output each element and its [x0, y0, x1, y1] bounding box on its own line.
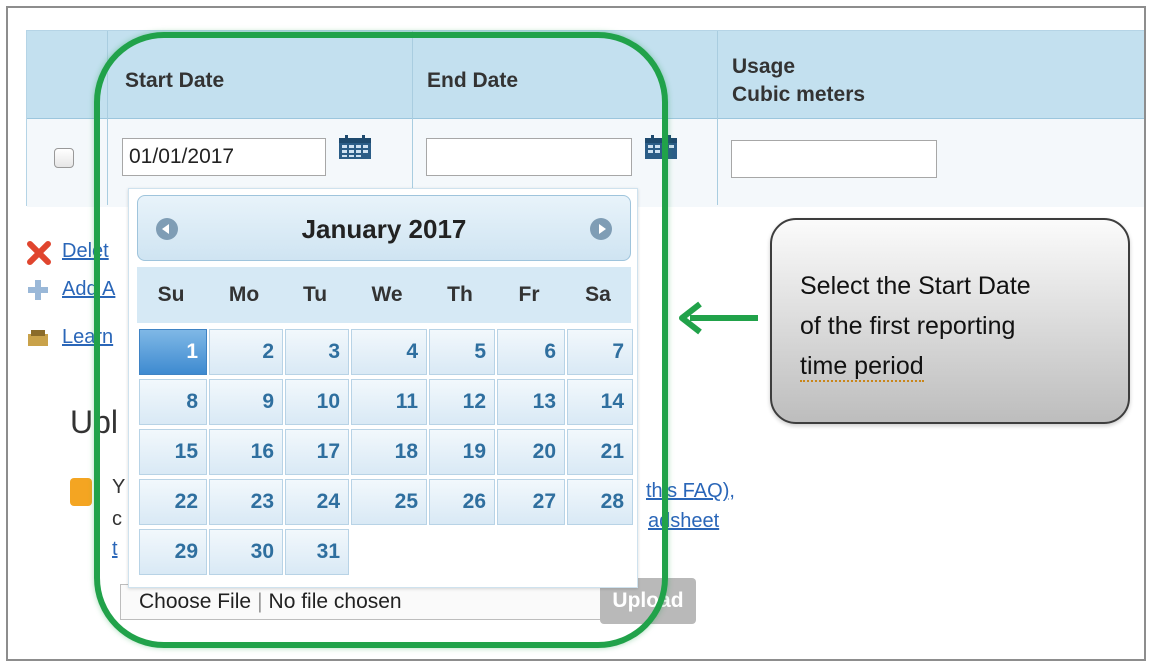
- usage-input[interactable]: [731, 140, 937, 178]
- learn-icon[interactable]: [26, 328, 50, 348]
- callout-line-3: time period: [800, 352, 924, 382]
- callout-line-2: of the first reporting: [800, 312, 1016, 340]
- screenshot-frame: Start Date End Date Usage Cubic meters 0…: [6, 6, 1146, 661]
- annotation-callout: Select the Start Date of the first repor…: [770, 218, 1130, 424]
- callout-line-1: Select the Start Date: [800, 272, 1031, 300]
- usage-header: Usage Cubic meters: [732, 53, 865, 109]
- usage-header-line1: Usage: [732, 55, 796, 78]
- delete-icon[interactable]: [26, 240, 52, 266]
- row-select-checkbox[interactable]: [54, 148, 74, 168]
- usage-header-line2: Cubic meters: [732, 83, 866, 106]
- arrow-left-icon: [679, 301, 758, 335]
- column-divider: [717, 31, 718, 205]
- highlight-ring: [94, 32, 668, 648]
- note-icon: [70, 478, 92, 506]
- add-icon[interactable]: [26, 278, 50, 302]
